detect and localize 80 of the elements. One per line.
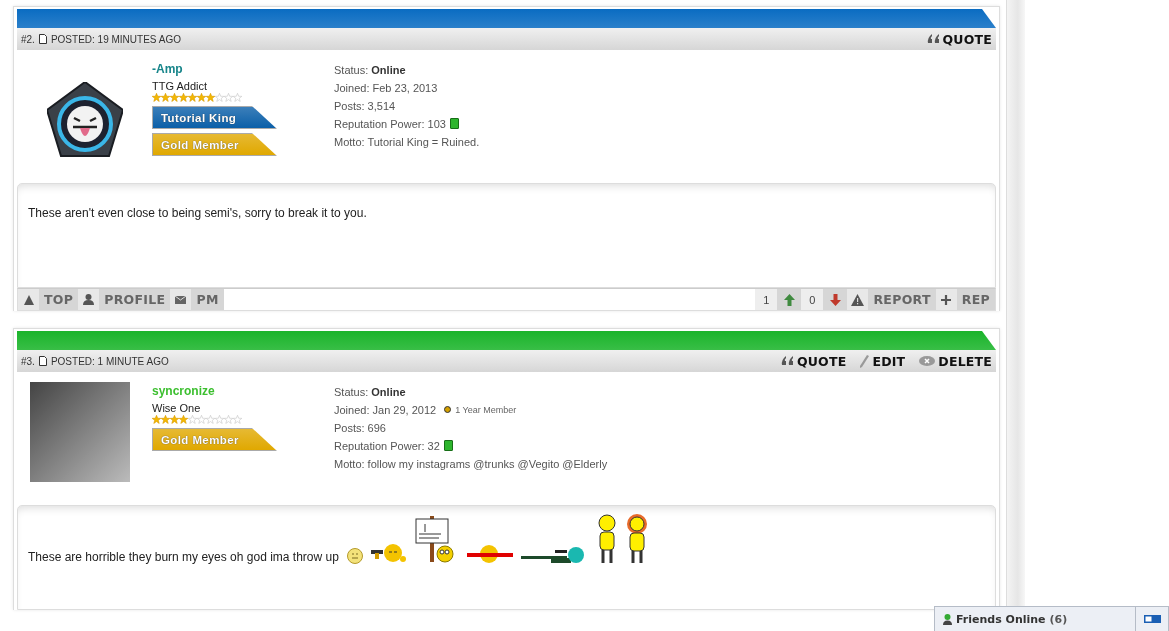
user-rank: Wise One [152, 402, 201, 414]
quote-button[interactable]: QUOTE [926, 31, 992, 47]
star-icon [197, 93, 206, 102]
reputation-icon [449, 118, 459, 129]
user-group-badge: Tutorial King [152, 106, 277, 129]
star-icon [215, 415, 224, 424]
neutral-face-icon [346, 548, 363, 564]
post-text: These aren't even close to being semi's, sorry to break it to you. [28, 206, 367, 220]
username[interactable]: -Amp [152, 62, 183, 76]
triangle-up-icon [23, 294, 34, 305]
user-group-badge: Gold Member [152, 428, 277, 451]
rep-button[interactable]: REP [956, 289, 995, 310]
user-group-badge: Gold Member [152, 133, 277, 156]
post-time: POSTED: 1 MINUTE AGO [50, 355, 169, 367]
post-time: POSTED: 19 MINUTES AGO [50, 33, 181, 45]
quote-icon [780, 356, 794, 366]
star-icon [161, 93, 170, 102]
post-text: These are horrible they burn my eyes oh god ima throw up [28, 550, 339, 564]
top-button[interactable]: TOP [39, 289, 79, 310]
star-icon [197, 415, 206, 424]
star-icon [206, 93, 215, 102]
user-stat: Posts: 3,514 [334, 99, 396, 112]
smiley-with-rifle-drawing [520, 546, 585, 564]
star-icon [188, 93, 197, 102]
user-stat: Posts: 696 [334, 421, 386, 434]
user-stat: Status: Online [334, 385, 406, 398]
star-icon [206, 415, 215, 424]
edit-button[interactable]: EDIT [860, 353, 906, 369]
delete-button[interactable]: DELETE [919, 353, 992, 369]
user-stat: Motto: Tutorial King = Ruined. [334, 135, 480, 148]
star-icon [224, 93, 233, 102]
arrow-down-icon [829, 293, 841, 306]
reputation-icon [443, 440, 453, 451]
arrow-up-icon [783, 293, 795, 306]
avatar-emblem-icon [46, 82, 123, 160]
pencil-icon [860, 354, 870, 368]
star-icon [170, 415, 179, 424]
star-icon [188, 415, 197, 424]
star-icon [233, 93, 242, 102]
membership-label: 1 Year Member [455, 404, 517, 415]
report-button[interactable]: REPORT [868, 289, 936, 310]
quote-icon [926, 34, 940, 44]
upvote-button[interactable] [777, 289, 802, 310]
person-icon [83, 294, 95, 305]
page-icon [38, 34, 47, 44]
censored-smiley-drawing [466, 544, 513, 564]
user-stat: Reputation Power: 103 [334, 117, 446, 130]
star-icon [179, 415, 188, 424]
quote-button[interactable]: QUOTE [780, 353, 847, 369]
person-icon [943, 613, 952, 625]
username[interactable]: syncronize [152, 384, 215, 398]
warning-icon [851, 293, 865, 306]
user-stat: Motto: follow my instagrams @trunks @Vegito @Elderly [334, 457, 608, 470]
user-rank: TTG Addict [152, 80, 208, 92]
toggle-icon [1143, 615, 1161, 623]
user-stat: Reputation Power: 32 [334, 439, 440, 452]
downvote-count: 0 [801, 289, 824, 310]
post-number: #3. [21, 355, 35, 367]
smiley-with-gun-drawing [370, 544, 407, 564]
delete-icon [919, 355, 936, 367]
envelope-icon [175, 295, 187, 304]
plus-icon [941, 294, 952, 305]
user-stat: Status: Online [334, 63, 406, 76]
pm-button[interactable]: PM [191, 289, 224, 310]
page-icon [38, 356, 47, 366]
star-icon [152, 93, 161, 102]
star-icon [179, 93, 188, 102]
upvote-count: 1 [755, 289, 778, 310]
user-stat: Joined: Jan 29, 2012 [334, 403, 437, 416]
downvote-button[interactable] [823, 289, 848, 310]
star-icon [215, 93, 224, 102]
medal-icon [444, 406, 452, 413]
user-stat: Joined: Feb 23, 2013 [334, 81, 438, 94]
star-icon [233, 415, 242, 424]
star-icon [161, 415, 170, 424]
post-number: #2. [21, 33, 35, 45]
star-icon [170, 93, 179, 102]
star-icon [224, 415, 233, 424]
star-icon [152, 415, 161, 424]
profile-button[interactable]: PROFILE [99, 289, 171, 310]
